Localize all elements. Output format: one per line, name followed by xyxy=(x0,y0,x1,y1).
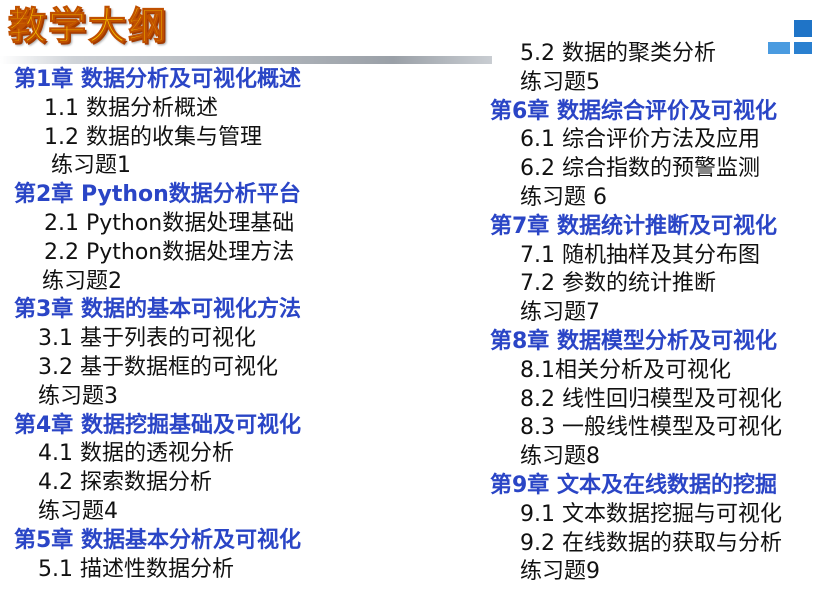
section-item: 4.1 数据的透视分析 xyxy=(38,441,234,467)
header-divider xyxy=(0,56,492,64)
outline-left-column: 第1章 数据分析及可视化概述 1.1 数据分析概述 1.2 数据的收集与管理 练… xyxy=(14,66,301,584)
section-item: 8.2 线性回归模型及可视化 xyxy=(520,386,782,412)
section-item: 1.2 数据的收集与管理 xyxy=(44,124,262,150)
chapter-heading: 第5章 数据基本分析及可视化 xyxy=(14,527,301,553)
section-item: 练习题8 xyxy=(520,444,600,470)
section-item: 3.2 基于数据框的可视化 xyxy=(38,354,278,380)
chapter-heading: 第6章 数据综合评价及可视化 xyxy=(490,98,777,124)
chapter-heading: 第8章 数据模型分析及可视化 xyxy=(490,328,777,354)
chapter-heading: 第7章 数据统计推断及可视化 xyxy=(490,213,777,239)
chapter-heading: 第2章 Python数据分析平台 xyxy=(14,182,301,208)
page-title: 教学大纲 xyxy=(7,3,169,49)
decorative-square xyxy=(794,42,812,54)
chapter-heading: 第1章 数据分析及可视化概述 xyxy=(14,67,301,92)
section-item: 2.1 Python数据处理基础 xyxy=(44,210,295,236)
section-item: 2.2 Python数据处理方法 xyxy=(44,239,295,265)
section-item: 练习题3 xyxy=(38,383,118,409)
section-item: 练习题2 xyxy=(42,268,122,294)
section-item: 9.2 在线数据的获取与分析 xyxy=(520,530,782,556)
section-item: 练习题1 xyxy=(51,153,131,179)
section-item: 5.1 描述性数据分析 xyxy=(38,556,234,582)
section-item: 4.2 探索数据分析 xyxy=(38,470,212,496)
outline-right-column: 5.2 数据的聚类分析 练习题5 第6章 数据综合评价及可视化 6.1 综合评价… xyxy=(490,40,782,587)
section-item: 练习题5 xyxy=(520,69,600,95)
section-item: 3.1 基于列表的可视化 xyxy=(38,326,256,352)
section-item: 练习题4 xyxy=(38,498,118,524)
section-item: 6.1 综合评价方法及应用 xyxy=(520,127,760,153)
section-item: 1.1 数据分析概述 xyxy=(44,95,218,121)
section-item: 7.2 参数的统计推断 xyxy=(520,271,716,297)
section-item: 练习题9 xyxy=(520,559,600,585)
chapter-heading: 第9章 文本及在线数据的挖掘 xyxy=(490,472,777,498)
section-item: 练习题7 xyxy=(520,300,600,326)
section-item: 8.1相关分析及可视化 xyxy=(520,357,731,383)
section-item: 练习题 6 xyxy=(520,184,607,210)
section-item: 9.1 文本数据挖掘与可视化 xyxy=(520,501,782,527)
chapter-heading: 第3章 数据的基本可视化方法 xyxy=(14,297,301,323)
section-item: 7.1 随机抽样及其分布图 xyxy=(520,242,760,268)
section-item: 5.2 数据的聚类分析 xyxy=(520,41,716,66)
section-item: 6.2 综合指数的预警监测 xyxy=(520,156,760,182)
section-item: 8.3 一般线性模型及可视化 xyxy=(520,415,782,441)
chapter-heading: 第4章 数据挖掘基础及可视化 xyxy=(14,412,301,438)
decorative-square xyxy=(794,20,812,37)
